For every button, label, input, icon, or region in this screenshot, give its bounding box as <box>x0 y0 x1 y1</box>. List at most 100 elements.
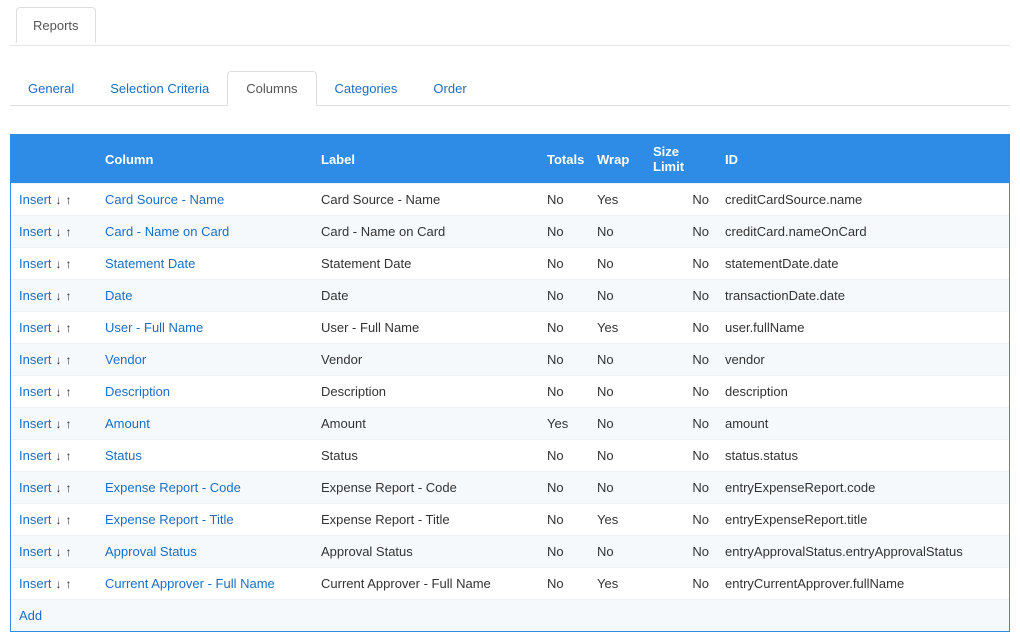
cell-size-limit: No <box>645 312 717 344</box>
table-row: Insert↓↑Card Source - NameCard Source - … <box>11 184 1009 216</box>
cell-column: Card Source - Name <box>97 184 313 216</box>
row-actions: Insert ↓ ↑ <box>11 568 97 600</box>
move-down-icon[interactable]: ↓ <box>56 289 62 303</box>
sub-tab-label: General <box>28 81 74 96</box>
insert-link[interactable]: Insert <box>19 352 52 367</box>
sub-tab-categories[interactable]: Categories <box>317 72 416 105</box>
move-down-icon[interactable]: ↓ <box>56 577 62 591</box>
move-down-icon[interactable]: ↓ <box>56 545 62 559</box>
move-up-icon[interactable]: ↑ <box>66 289 72 303</box>
column-link[interactable]: Date <box>105 288 132 303</box>
move-up-icon[interactable]: ↑ <box>66 449 72 463</box>
move-down-icon[interactable]: ↓ <box>56 257 62 271</box>
cell-column: Expense Report - Title <box>97 504 313 536</box>
column-link[interactable]: Status <box>105 448 142 463</box>
move-up-icon[interactable]: ↑ <box>66 193 72 207</box>
insert-link[interactable]: Insert <box>19 544 52 559</box>
column-link[interactable]: Current Approver - Full Name <box>105 576 275 591</box>
insert-link[interactable]: Insert <box>19 416 52 431</box>
add-cell: Add <box>11 600 1009 632</box>
move-up-icon[interactable]: ↑ <box>66 513 72 527</box>
sub-tab-selection-criteria[interactable]: Selection Criteria <box>92 72 227 105</box>
move-down-icon[interactable]: ↓ <box>56 449 62 463</box>
cell-totals: No <box>539 248 589 280</box>
move-up-icon[interactable]: ↑ <box>66 257 72 271</box>
insert-link[interactable]: Insert <box>19 288 52 303</box>
cell-size-limit: No <box>645 376 717 408</box>
row-actions: Insert ↓ ↑ <box>11 376 97 408</box>
move-up-icon[interactable]: ↑ <box>66 481 72 495</box>
move-down-icon[interactable]: ↓ <box>56 417 62 431</box>
move-down-icon[interactable]: ↓ <box>56 353 62 367</box>
table-row: Insert ↓ ↑ Expense Report - Code Expense Rep… <box>11 472 1009 504</box>
column-link[interactable]: Card - Name on Card <box>105 224 229 239</box>
table-row: Insert↓↑Expense Report - TitleExpense Re… <box>11 504 1009 536</box>
move-up-icon[interactable]: ↑ <box>66 545 72 559</box>
move-down-icon[interactable]: ↓ <box>56 385 62 399</box>
insert-link[interactable]: Insert <box>19 256 52 271</box>
cell-column: User - Full Name <box>97 312 313 344</box>
insert-link[interactable]: Insert <box>19 192 52 207</box>
header-totals: Totals <box>539 135 589 184</box>
cell-column: Statement Date <box>97 248 313 280</box>
column-link[interactable]: Approval Status <box>105 544 197 559</box>
row-actions: Insert ↓ ↑ <box>11 184 97 216</box>
row-actions: Insert ↓ ↑ <box>11 440 97 472</box>
move-down-icon[interactable]: ↓ <box>56 193 62 207</box>
cell-column: Current Approver - Full Name <box>97 568 313 600</box>
header-wrap: Wrap <box>589 135 645 184</box>
cell-wrap: No <box>589 248 645 280</box>
sub-tab-columns[interactable]: Columns <box>227 71 316 106</box>
insert-link[interactable]: Insert <box>19 448 52 463</box>
move-up-icon[interactable]: ↑ <box>66 321 72 335</box>
column-link[interactable]: Expense Report - Title <box>105 512 234 527</box>
add-link[interactable]: Add <box>19 608 42 623</box>
insert-link[interactable]: Insert <box>19 480 52 495</box>
cell-label: Expense Report - Code <box>313 472 539 504</box>
sub-tab-bar: General Selection CriteriaColumnsCategori… <box>10 70 1010 106</box>
move-up-icon[interactable]: ↑ <box>66 353 72 367</box>
insert-link[interactable]: Insert <box>19 576 52 591</box>
table-row: Insert↓↑AmountAmountYesNoNoamount <box>11 408 1009 440</box>
header-id: ID <box>717 135 1009 184</box>
cell-wrap: No <box>589 472 645 504</box>
column-link[interactable]: Card Source - Name <box>105 192 224 207</box>
cell-wrap: No <box>589 536 645 568</box>
column-link[interactable]: Vendor <box>105 352 146 367</box>
cell-id: status.status <box>717 440 1009 472</box>
sub-tab-general[interactable]: General <box>10 72 92 105</box>
insert-link[interactable]: Insert <box>19 384 52 399</box>
move-down-icon[interactable]: ↓ <box>56 225 62 239</box>
row-actions: Insert ↓ ↑ <box>11 504 97 536</box>
sub-tab-order[interactable]: Order <box>415 72 484 105</box>
column-link[interactable]: Statement Date <box>105 256 195 271</box>
move-up-icon[interactable]: ↑ <box>66 225 72 239</box>
column-link[interactable]: Expense Report - Code <box>105 480 241 495</box>
add-row: Add <box>11 600 1009 632</box>
cell-label: Statement Date <box>313 248 539 280</box>
column-link[interactable]: User - Full Name <box>105 320 203 335</box>
move-down-icon[interactable]: ↓ <box>56 513 62 527</box>
top-tab-reports[interactable]: Reports <box>16 7 96 43</box>
move-down-icon[interactable]: ↓ <box>56 481 62 495</box>
move-up-icon[interactable]: ↑ <box>66 417 72 431</box>
insert-link[interactable]: Insert <box>19 512 52 527</box>
cell-wrap: Yes <box>589 568 645 600</box>
insert-link[interactable]: Insert <box>19 224 52 239</box>
table-row: Insert↓↑Statement DateStatement DateNoNo… <box>11 248 1009 280</box>
columns-table: Column Label Totals Wrap Size Limit ID I… <box>11 135 1009 631</box>
cell-totals: No <box>539 312 589 344</box>
move-up-icon[interactable]: ↑ <box>66 385 72 399</box>
table-row: Insert↓↑VendorVendorNoNoNovendor <box>11 344 1009 376</box>
move-down-icon[interactable]: ↓ <box>56 321 62 335</box>
insert-link[interactable]: Insert <box>19 320 52 335</box>
column-link[interactable]: Amount <box>105 416 150 431</box>
cell-size-limit: No <box>645 536 717 568</box>
column-link[interactable]: Description <box>105 384 170 399</box>
cell-id: creditCard.nameOnCard <box>717 216 1009 248</box>
cell-column: Expense Report - Code <box>97 472 313 504</box>
move-up-icon[interactable]: ↑ <box>66 577 72 591</box>
cell-totals: No <box>539 216 589 248</box>
cell-label: Description <box>313 376 539 408</box>
cell-size-limit: No <box>645 184 717 216</box>
